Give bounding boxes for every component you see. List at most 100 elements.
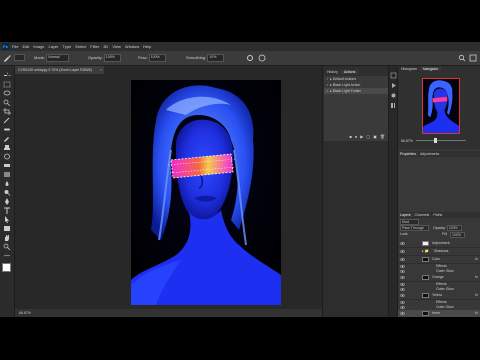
workspace-icon[interactable] [469, 54, 477, 62]
layers-tab-paths[interactable]: Paths [431, 213, 444, 217]
layer-row[interactable]: Inner fx [398, 310, 480, 317]
menu-filter[interactable]: Filter [90, 44, 99, 49]
visibility-eye-icon[interactable] [400, 311, 405, 316]
crop-tool-icon[interactable] [3, 108, 11, 115]
menu-file[interactable]: File [12, 44, 18, 49]
record-icon[interactable]: ● [355, 134, 357, 139]
clone-stamp-tool-icon[interactable] [3, 144, 11, 151]
type-tool-icon[interactable] [3, 207, 11, 214]
navigator-tab-histogram[interactable]: Histogram [398, 67, 420, 71]
move-tool-icon[interactable] [3, 72, 11, 79]
menu-layer[interactable]: Layer [48, 44, 58, 49]
shape-tool-icon[interactable] [3, 225, 11, 232]
visibility-eye-icon[interactable] [400, 241, 405, 246]
actions-tab-actions[interactable]: Actions [340, 70, 359, 74]
brush-tool-icon[interactable] [3, 54, 11, 62]
portrait-image [131, 80, 281, 305]
zoom-tool-icon[interactable] [3, 243, 11, 250]
brush-settings-icon[interactable] [390, 92, 397, 99]
mode-select[interactable]: Normal [46, 53, 70, 62]
action-item-label: Default Actions [332, 77, 357, 81]
layer-row[interactable]: Yellow fx [398, 292, 480, 300]
status-zoom[interactable]: 66.67% [19, 311, 31, 315]
menu-3d[interactable]: 3D [103, 44, 108, 49]
new-set-icon[interactable]: ▢ [366, 134, 370, 139]
zoom-slider[interactable] [416, 140, 466, 141]
paragraph-icon[interactable] [390, 102, 397, 109]
properties-tab-properties[interactable]: Properties [398, 152, 418, 156]
navigator-tab-navigator[interactable]: Navigator [419, 67, 441, 71]
gradient-tool-icon[interactable] [3, 171, 11, 178]
lasso-tool-icon[interactable] [3, 90, 11, 97]
pressure-icon[interactable] [258, 54, 266, 62]
delete-icon[interactable]: 🗑 [380, 134, 385, 139]
menu-type[interactable]: Type [63, 44, 72, 49]
eraser-tool-icon[interactable] [3, 162, 11, 169]
settings-gear-icon[interactable] [246, 54, 254, 62]
mode-control[interactable]: Mode: Normal [34, 51, 70, 65]
path-selection-tool-icon[interactable] [3, 216, 11, 223]
more-tools-icon[interactable] [3, 252, 11, 259]
eyedropper-tool-icon[interactable] [3, 117, 11, 124]
play-icon[interactable]: ▶ [360, 134, 363, 139]
smoothing-control[interactable]: Smoothing: 10% [186, 51, 225, 65]
layer-name: Shadows [434, 249, 449, 253]
blur-tool-icon[interactable] [3, 180, 11, 187]
menu-view[interactable]: View [112, 44, 121, 49]
search-icon[interactable] [458, 54, 466, 62]
opacity-label: Opacity: [88, 55, 103, 60]
fill-input[interactable]: 100% [450, 232, 465, 238]
menu-edit[interactable]: Edit [22, 44, 29, 49]
layer-row[interactable]: Orange fx [398, 274, 480, 282]
history-brush-tool-icon[interactable] [3, 153, 11, 160]
new-action-icon[interactable]: ▣ [373, 134, 377, 139]
visibility-eye-icon[interactable] [400, 249, 405, 254]
smoothing-label: Smoothing: [186, 55, 207, 60]
navigator-preview[interactable] [422, 78, 460, 134]
menu-select[interactable]: Select [75, 44, 86, 49]
visibility-eye-icon[interactable] [400, 293, 405, 298]
actions-tab-history[interactable]: History [324, 70, 341, 74]
document-tab[interactable]: CVS0249 unhappy 0.70% (Zoom Layer RGB/8)… [15, 66, 104, 74]
menu-help[interactable]: Help [143, 44, 151, 49]
navigator-zoom-value[interactable]: 66.67% [401, 139, 413, 143]
layer-row[interactable]: Adjustment [398, 240, 480, 248]
healing-brush-tool-icon[interactable] [3, 126, 11, 133]
foreground-color-swatch[interactable] [2, 263, 11, 272]
layer-thumbnail [422, 293, 429, 298]
flow-control[interactable]: Flow: 100% [138, 51, 166, 65]
layer-effects-icon[interactable]: fx [475, 274, 478, 281]
action-item[interactable]: ✓▸ Black Light Folder [324, 88, 388, 94]
close-tab-icon[interactable]: × [100, 66, 102, 74]
menu-image[interactable]: Image [33, 44, 44, 49]
opacity-input[interactable]: 100% [103, 53, 121, 62]
layer-group-row[interactable]: ▸ 📁 Shadows [398, 248, 480, 256]
layer-row[interactable]: Color fx [398, 256, 480, 264]
smoothing-input[interactable]: 10% [207, 53, 225, 62]
pen-tool-icon[interactable] [3, 198, 11, 205]
stop-recording-icon[interactable]: ■ [349, 134, 351, 139]
opacity-control[interactable]: Opacity: 100% [88, 51, 121, 65]
brush-tool-icon[interactable] [3, 135, 11, 142]
layer-effects-icon[interactable]: fx [475, 292, 478, 299]
layer-effects-icon[interactable]: fx [475, 310, 478, 317]
properties-tab-adjustments[interactable]: Adjustments [418, 152, 441, 156]
layers-tab-layers[interactable]: Layers [398, 213, 413, 217]
visibility-eye-icon[interactable] [400, 257, 405, 262]
menu-window[interactable]: Window [125, 44, 139, 49]
layer-effects-icon[interactable]: fx [475, 256, 478, 263]
group-folder-icon[interactable]: ▸ 📁 [422, 248, 429, 255]
document-canvas[interactable] [131, 80, 281, 305]
history-icon[interactable] [390, 72, 397, 79]
dodge-tool-icon[interactable] [3, 189, 11, 196]
quick-select-tool-icon[interactable] [3, 99, 11, 106]
visibility-eye-icon[interactable] [400, 275, 405, 280]
actions-icon[interactable] [390, 82, 397, 89]
marquee-tool-icon[interactable] [3, 81, 11, 88]
menu-bar: Ps File Edit Image Layer Type Select Filter 3D V… [0, 42, 480, 51]
zoom-slider-handle[interactable] [434, 138, 437, 143]
brush-preset-picker[interactable] [14, 51, 25, 65]
layers-tab-channels[interactable]: Channels [413, 213, 432, 217]
hand-tool-icon[interactable] [3, 234, 11, 241]
flow-input[interactable]: 100% [148, 53, 166, 62]
